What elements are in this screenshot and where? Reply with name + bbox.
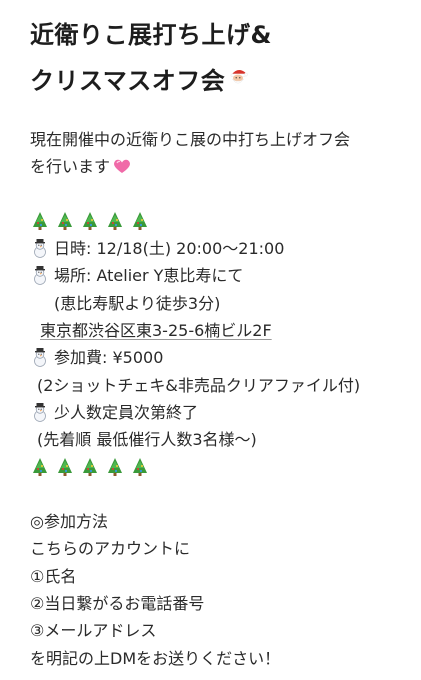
santa-emoji-icon [228,66,256,94]
christmas-tree-icon [30,211,50,231]
intro-line-2: を行います [30,153,399,180]
address-text[interactable]: 東京都渋谷区東3-25-6楠ビル2F [40,321,272,340]
title-line-2: クリスマスオフ会 [30,58,399,104]
how-to-closing: を明記の上DMをお送りください！ [30,648,281,668]
title-line-1: 近衛りこ展打ち上げ& [30,21,272,49]
capacity-note-line: (先着順 最低催行人数3名様〜) [37,430,257,450]
snowman-icon [30,238,50,259]
title-line-2-text: クリスマスオフ会 [30,67,226,95]
post-title: 近衛りこ展打ち上げ& クリスマスオフ会 [30,0,399,104]
heart-icon [112,156,132,176]
fee-note-line: (2ショットチェキ&非売品クリアファイル付) [37,375,361,395]
datetime-text: 日時: 12/18(土) 20:00〜21:00 [54,239,285,259]
access-line: (恵比寿駅より徒歩3分) [54,293,221,313]
venue-line: 場所: Atelier Y恵比寿にて [30,262,399,289]
tree-row-top [30,208,399,235]
post-page: 近衛りこ展打ち上げ& クリスマスオフ会 現在開催中の近衛りこ展の中打ち上げオフ会… [0,0,421,680]
fee-line: 参加費: ¥5000 [30,344,399,371]
fee-text: 参加費: ¥5000 [54,348,164,368]
christmas-tree-icon [80,457,100,477]
christmas-tree-icon [130,211,150,231]
christmas-tree-icon [130,457,150,477]
snowman-icon [30,347,50,368]
tree-row-bottom [30,454,399,481]
how-to-item-3: ③メールアドレス [30,621,157,641]
how-to-heading: ◎参加方法 [30,512,108,532]
christmas-tree-icon [105,457,125,477]
datetime-line: 日時: 12/18(土) 20:00〜21:00 [30,235,399,262]
address-link[interactable]: 東京都渋谷区東3-25-6楠ビル2F [30,317,399,344]
snowman-icon [30,265,50,286]
capacity-line: 少人数定員次第終了 [30,399,399,426]
christmas-tree-icon [55,457,75,477]
how-to-item-2: ②当日繋がるお電話番号 [30,594,205,614]
how-to-line-1: こちらのアカウントに [30,539,191,559]
intro-line-2-text: を行います [30,157,111,177]
christmas-tree-icon [55,211,75,231]
christmas-tree-icon [105,211,125,231]
how-to-item-1: ①氏名 [30,566,77,586]
venue-text: 場所: Atelier Y恵比寿にて [54,266,244,286]
christmas-tree-icon [80,211,100,231]
post-body: 現在開催中の近衛りこ展の中打ち上げオフ会 を行います 日時: 12/18(土) … [30,126,399,672]
snowman-icon [30,402,50,422]
intro-line-1: 現在開催中の近衛りこ展の中打ち上げオフ会 [30,130,351,149]
capacity-text: 少人数定員次第終了 [54,402,199,422]
christmas-tree-icon [30,457,50,477]
